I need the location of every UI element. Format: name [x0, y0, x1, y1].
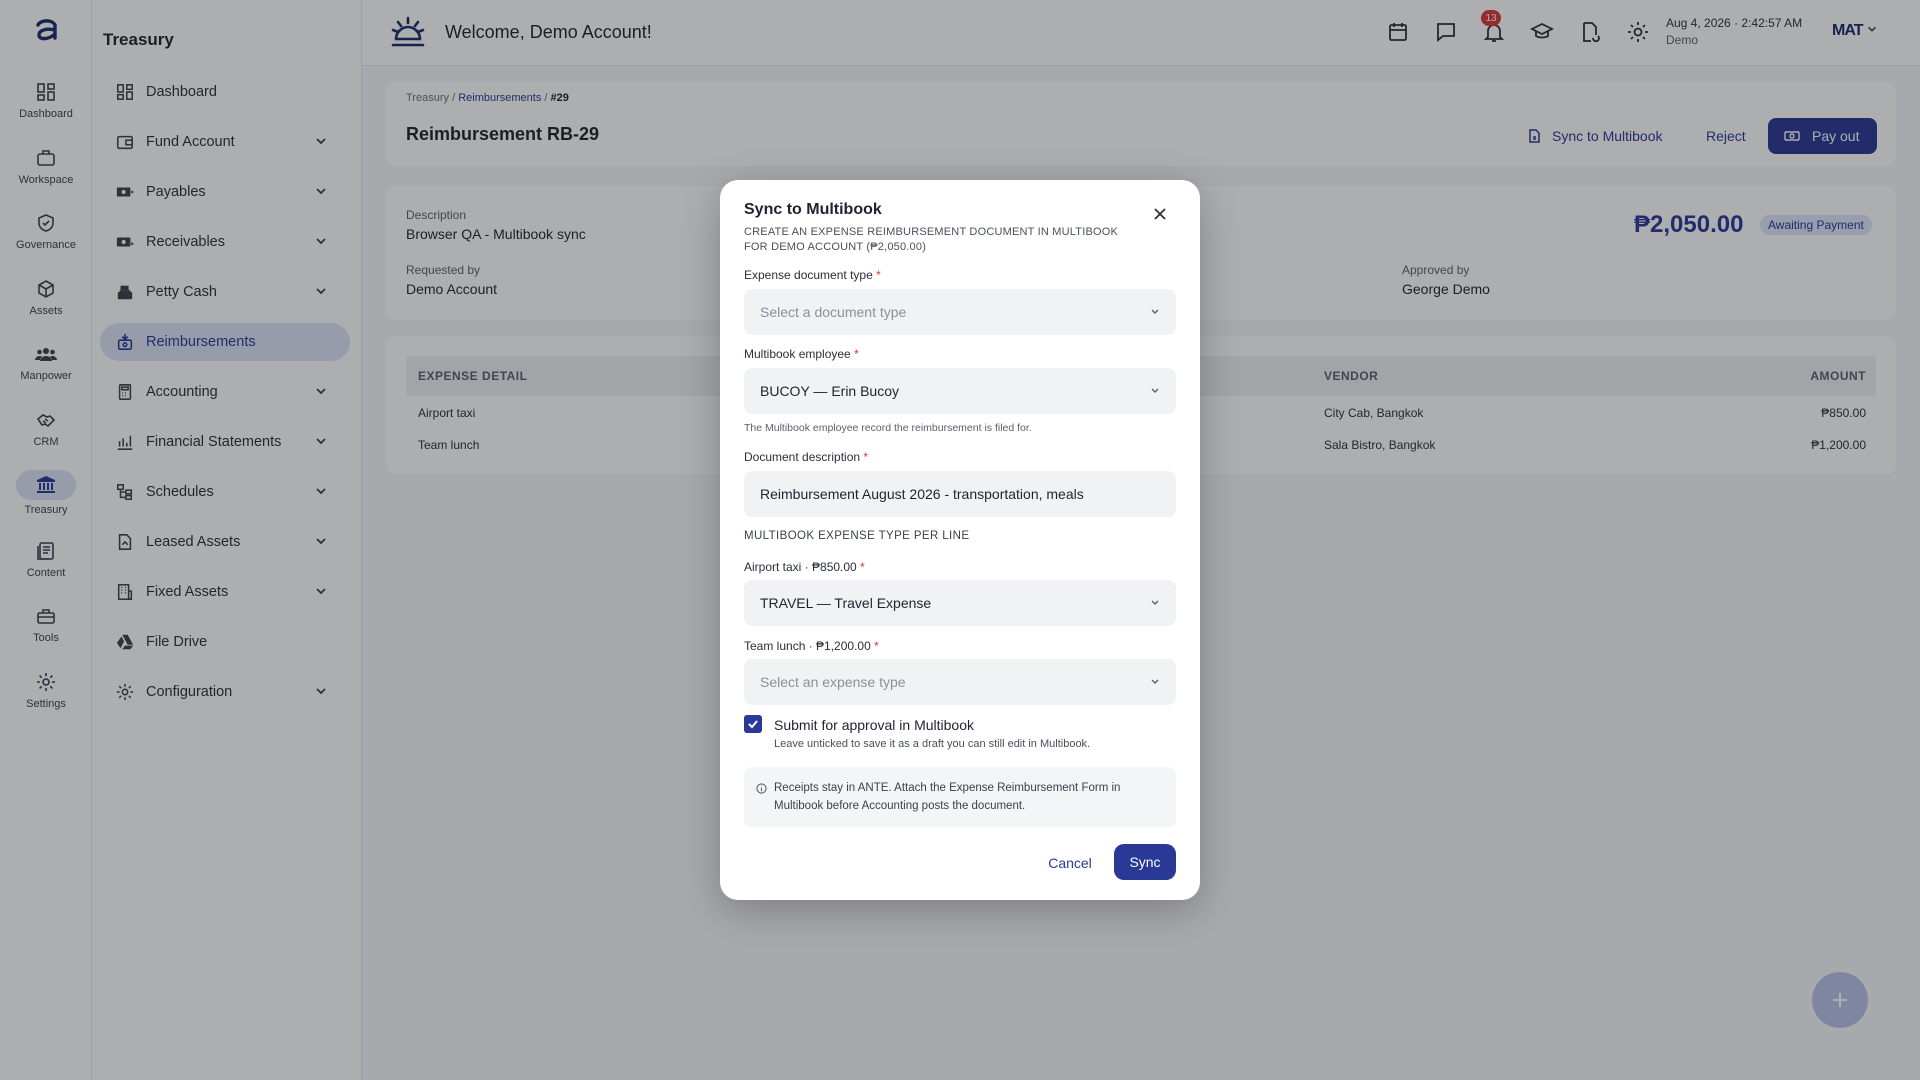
required-mark: *	[876, 268, 881, 282]
line1-label-text: Airport taxi · ₱850.00	[744, 560, 857, 574]
required-mark: *	[863, 450, 869, 464]
description-input-value: Reimbursement August 2026 - transportati…	[760, 486, 1084, 502]
doc-type-placeholder: Select a document type	[760, 304, 907, 320]
submit-checkbox-hint: Leave unticked to save it as a draft you…	[774, 738, 1091, 750]
doc-type-label: Expense document type *	[744, 268, 881, 282]
line1-label: Airport taxi · ₱850.00 *	[744, 560, 865, 574]
employee-value: BUCOY — Erin Bucoy	[760, 383, 900, 399]
close-icon[interactable]	[1150, 204, 1170, 224]
info-text: Receipts stay in ANTE. Attach the Expens…	[774, 782, 1121, 812]
employee-select[interactable]: BUCOY — Erin Bucoy	[744, 368, 1176, 414]
description-label-text: Document description	[744, 450, 861, 464]
info-icon	[756, 783, 767, 794]
dialog-title: Sync to Multibook	[744, 201, 882, 218]
section-heading: MULTIBOOK EXPENSE TYPE PER LINE	[744, 530, 970, 542]
required-mark: *	[874, 639, 879, 653]
chevron-down-icon	[1151, 679, 1159, 684]
line1-expense-type-select[interactable]: TRAVEL — Travel Expense	[744, 580, 1176, 626]
chevron-down-icon	[1151, 600, 1159, 605]
doc-type-select[interactable]: Select a document type	[744, 289, 1176, 335]
submit-checkbox-label[interactable]: Submit for approval in Multibook	[774, 717, 974, 733]
line1-value: TRAVEL — Travel Expense	[760, 595, 932, 611]
employee-label-text: Multibook employee	[744, 347, 851, 361]
chevron-down-icon	[1151, 388, 1159, 393]
description-field-label: Document description *	[744, 450, 868, 464]
required-mark: *	[860, 560, 865, 574]
line2-expense-type-select[interactable]: Select an expense type	[744, 659, 1176, 705]
info-callout: Receipts stay in ANTE. Attach the Expens…	[744, 767, 1176, 827]
cancel-button[interactable]: Cancel	[1040, 845, 1100, 881]
dialog-subtitle: Create an expense reimbursement document…	[744, 226, 1119, 253]
sync-button[interactable]: Sync	[1114, 844, 1176, 880]
line2-placeholder: Select an expense type	[760, 674, 906, 690]
chevron-down-icon	[1151, 309, 1159, 314]
employee-hint: The Multibook employee record the reimbu…	[744, 422, 1032, 434]
check-icon	[748, 720, 758, 729]
submit-for-approval-checkbox[interactable]	[744, 715, 762, 733]
line2-label-text: Team lunch · ₱1,200.00	[744, 639, 871, 653]
required-mark: *	[854, 347, 859, 361]
line2-label: Team lunch · ₱1,200.00 *	[744, 639, 879, 653]
employee-label: Multibook employee *	[744, 347, 859, 361]
document-description-input[interactable]: Reimbursement August 2026 - transportati…	[744, 471, 1176, 517]
doc-type-label-text: Expense document type	[744, 268, 873, 282]
sync-to-multibook-dialog: Sync to Multibook Create an expense reim…	[720, 180, 1200, 900]
